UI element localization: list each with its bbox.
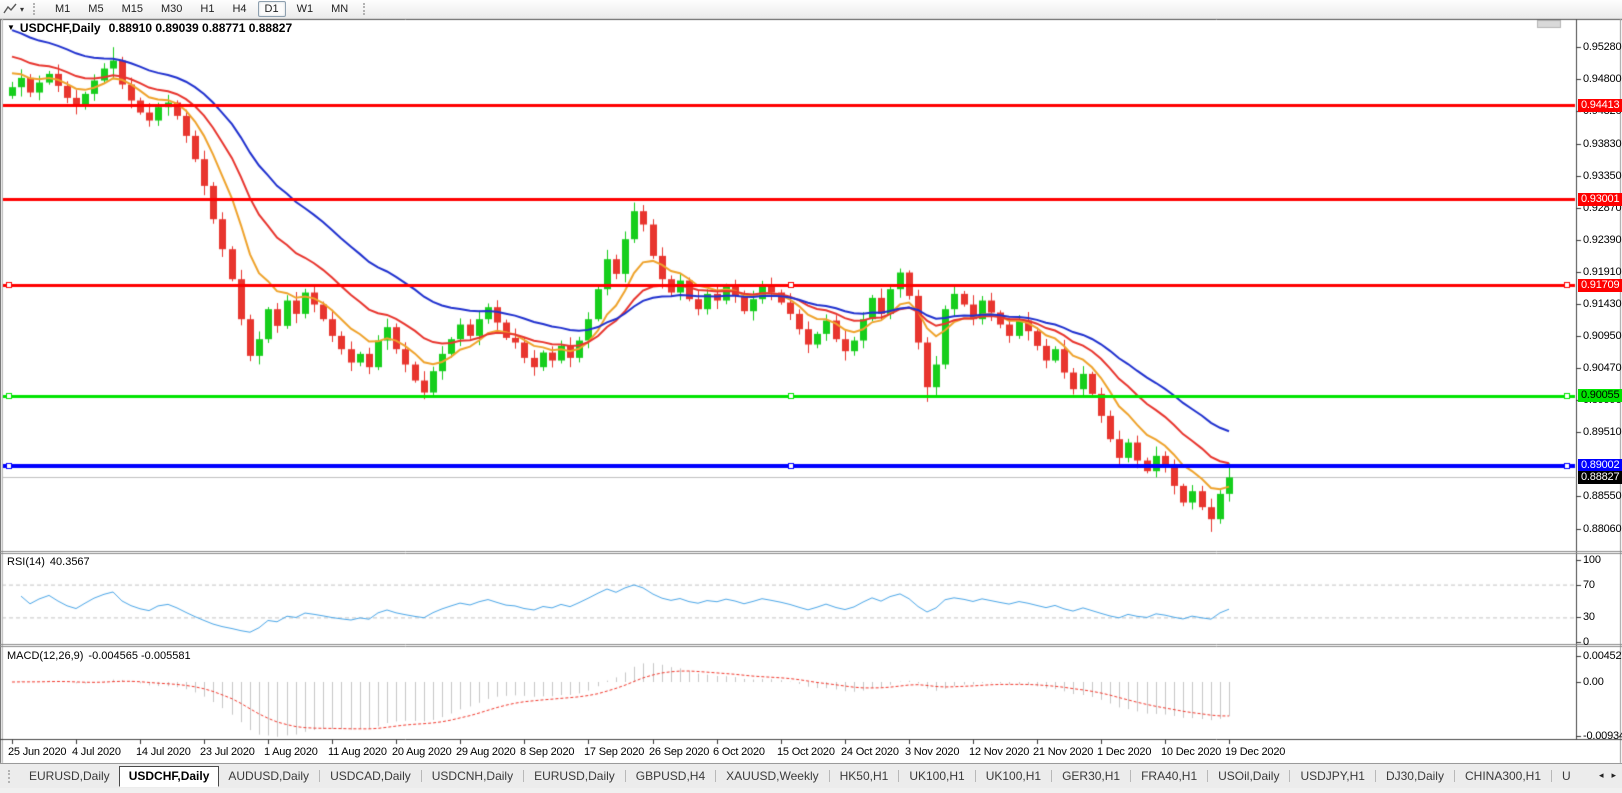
chart-tab-audusd-daily[interactable]: AUDUSD,Daily [219, 766, 318, 786]
chart-tab-u[interactable]: U [1553, 766, 1580, 786]
tool-dropdown-caret-icon[interactable]: ▾ [20, 5, 24, 14]
tab-divider [898, 770, 899, 782]
chart-tab-eurusd-daily[interactable]: EURUSD,Daily [20, 766, 119, 786]
chart-tab-fra40-h1[interactable]: FRA40,H1 [1132, 766, 1206, 786]
chart-tab-usoil-daily[interactable]: USOil,Daily [1209, 766, 1288, 786]
trendline-tool-icon[interactable]: ▾ [0, 3, 27, 15]
timeframe-buttons: M1M5 M15M30H1H4 D1W1MN [46, 3, 357, 15]
chart-tab-ger30-h1[interactable]: GER30,H1 [1053, 766, 1129, 786]
zigzag-line-icon [3, 3, 18, 15]
chart-tab-usdcad-daily[interactable]: USDCAD,Daily [321, 766, 420, 786]
chart-tabs-bar: EURUSD,DailyUSDCHF,DailyAUDUSD,DailyUSDC… [0, 763, 1622, 788]
timeframe-button-m1[interactable]: M1 [48, 1, 77, 17]
tab-divider [319, 770, 320, 782]
tab-divider [829, 770, 830, 782]
tab-divider [975, 770, 976, 782]
chart-tab-gbpusd-h4[interactable]: GBPUSD,H4 [627, 766, 714, 786]
mt4-chart-window: ▾ M1M5M15M30H1H4D1W1MN ▼USDCHF,Daily0.88… [0, 0, 1622, 793]
tabbar-grip [8, 770, 14, 783]
chart-tab-eurusd-daily[interactable]: EURUSD,Daily [525, 766, 624, 786]
chart-tab-dj30-daily[interactable]: DJ30,Daily [1377, 766, 1453, 786]
tab-divider [1130, 770, 1131, 782]
timeframe-button-m5[interactable]: M5 [81, 1, 110, 17]
timeframe-button-m30[interactable]: M30 [154, 1, 189, 17]
tabs-scroll-left-icon[interactable]: ◂ [1599, 770, 1604, 781]
chart-tabs: EURUSD,DailyUSDCHF,DailyAUDUSD,DailyUSDC… [20, 766, 1580, 787]
chart-tab-xauusd-weekly[interactable]: XAUUSD,Weekly [717, 766, 827, 786]
tab-divider [1551, 770, 1552, 782]
tab-divider [421, 770, 422, 782]
chart-tab-usdcnh-daily[interactable]: USDCNH,Daily [423, 766, 522, 786]
toolbar-grip-2[interactable] [363, 3, 369, 15]
chart-tab-uk100-h1[interactable]: UK100,H1 [900, 766, 973, 786]
timeframe-button-w1[interactable]: W1 [290, 1, 321, 17]
tab-divider [715, 770, 716, 782]
tab-divider [1207, 770, 1208, 782]
timeframe-button-d1[interactable]: D1 [258, 1, 286, 17]
chart-tab-china300-h1[interactable]: CHINA300,H1 [1456, 766, 1550, 786]
chart-canvas[interactable] [0, 0, 1622, 793]
tab-divider [1375, 770, 1376, 782]
timeframe-button-m15[interactable]: M15 [115, 1, 150, 17]
timeframe-button-h1[interactable]: H1 [193, 1, 221, 17]
tab-divider [1454, 770, 1455, 782]
tab-divider [625, 770, 626, 782]
toolbar-grip[interactable] [33, 3, 39, 15]
tab-divider [523, 770, 524, 782]
timeframe-button-h4[interactable]: H4 [225, 1, 253, 17]
timeframe-button-mn[interactable]: MN [324, 1, 355, 17]
chart-tab-usdjpy-h1[interactable]: USDJPY,H1 [1291, 766, 1373, 786]
tabs-scroll-controls: ◂ ▸ [1591, 764, 1622, 787]
chart-tab-usdchf-daily[interactable]: USDCHF,Daily [119, 766, 220, 787]
tabs-scroll-right-icon[interactable]: ▸ [1611, 770, 1616, 781]
timeframe-toolbar: ▾ M1M5 M15M30H1H4 D1W1MN [0, 0, 1622, 19]
chart-tab-uk100-h1[interactable]: UK100,H1 [977, 766, 1050, 786]
chart-tab-hk50-h1[interactable]: HK50,H1 [831, 766, 898, 786]
tab-divider [1051, 770, 1052, 782]
tab-divider [1289, 770, 1290, 782]
